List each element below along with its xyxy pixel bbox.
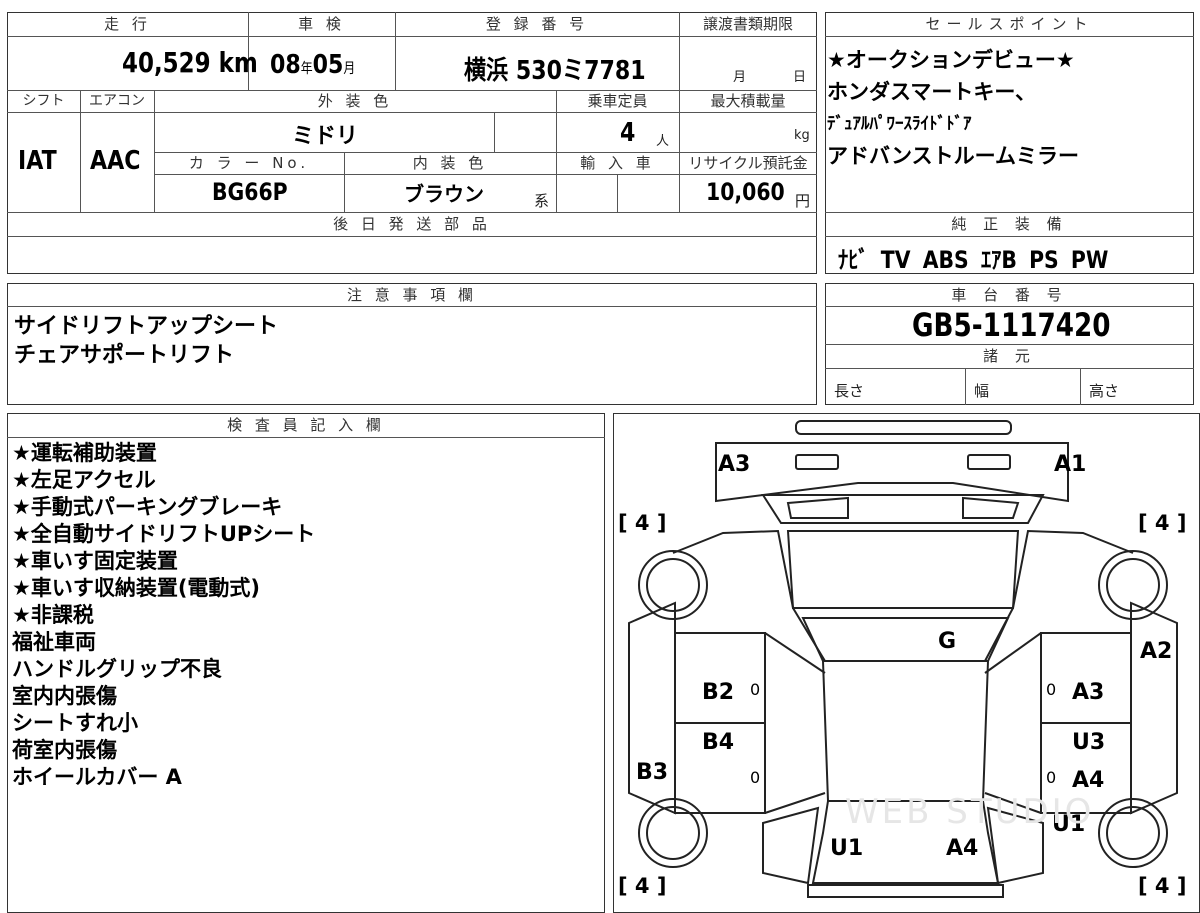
chassis-value: GB5-1117420: [912, 306, 1111, 344]
capacity-value: 4: [620, 118, 636, 148]
specs-header: 諸 元: [983, 347, 1036, 365]
damage-mark-right-rear-door-upper: U3: [1072, 730, 1106, 755]
registration-header: 登 録 番 号: [485, 15, 589, 33]
note-line: サイドリフトアップシート: [14, 314, 279, 339]
mileage-header: 走 行: [104, 15, 151, 33]
spec-length-label: 長さ: [834, 382, 865, 400]
damage-mark-rear-right: A4: [946, 836, 979, 861]
chassis-header: 車 台 番 号: [951, 286, 1068, 304]
tire-front-right-label: [ 4 ]: [1138, 511, 1187, 535]
damage-mark-left-rear-quarter: B3: [636, 760, 669, 785]
inspector-list: ★運転補助装置 ★左足アクセル ★手動式パーキングブレーキ ★全自動サイドリフト…: [12, 440, 315, 791]
mileage-unit: km: [218, 46, 258, 79]
sales-points-list: ★オークションデビュー★ ホンダスマートキー、 ﾃﾞｭｱﾙﾊﾟﾜｰｽﾗｲﾄﾞﾄﾞ…: [827, 44, 1192, 172]
recycle-value: 10,060: [706, 178, 785, 206]
inspection-year: 08年05月: [270, 50, 356, 80]
dent-zero-left-front: 0: [750, 680, 761, 699]
recycle-unit: 円: [795, 192, 811, 210]
mileage-value: 40,529 km: [122, 46, 258, 79]
equipment-header: 純 正 装 備: [951, 215, 1068, 233]
tire-front-left-label: [ 4 ]: [618, 511, 667, 535]
damage-mark-right-front-fender: A2: [1140, 639, 1173, 664]
tire-rear-left-label: [ 4 ]: [618, 874, 667, 898]
damage-mark-front-bumper-left: A3: [718, 452, 751, 477]
equipment-value: ﾅﾋﾞ TV ABS ｴｱB PS PW: [838, 246, 1109, 274]
aircon-value: AAC: [90, 146, 141, 176]
inspection-header: 車 検: [298, 15, 345, 33]
registration-value: 横浜 530ミ7781: [464, 56, 646, 86]
import-header: 輸 入 車: [580, 154, 655, 172]
mileage-number: 40,529: [122, 46, 211, 79]
sales-point-line: ★オークションデビュー★: [827, 48, 1075, 72]
inspector-line: ★車いす固定装置: [12, 549, 178, 573]
inspector-line: ハンドルグリップ不良: [12, 657, 222, 681]
damage-mark-left-front-door: B2: [702, 680, 735, 705]
inspector-line: ホイールカバー A: [12, 765, 182, 789]
sales-point-line: ﾃﾞｭｱﾙﾊﾟﾜｰｽﾗｲﾄﾞﾄﾞｱ: [827, 114, 972, 134]
sales-points-header: セールスポイント: [925, 15, 1094, 33]
exterior-color-header: 外 装 色: [317, 92, 393, 110]
interior-color-value: ブラウン: [404, 182, 484, 206]
inspector-line: ★非課税: [12, 603, 94, 627]
inspector-line: 荷室内張傷: [12, 738, 117, 762]
aircon-header: エアコン: [89, 93, 145, 109]
later-parts-header: 後 日 発 送 部 品: [333, 215, 491, 233]
transfer-month-unit: 月: [733, 70, 747, 85]
damage-mark-left-rear-door: B4: [702, 730, 735, 755]
inspector-header: 検 査 員 記 入 欄: [227, 416, 385, 434]
damage-mark-right-front-door: A3: [1072, 680, 1105, 705]
exterior-color-value: ミドリ: [292, 124, 359, 149]
sales-point-line: ホンダスマートキー、: [827, 80, 1037, 104]
damage-mark-front-bumper-right: A1: [1054, 452, 1087, 477]
notes-list: サイドリフトアップシート チェアサポートリフト: [14, 312, 278, 370]
tire-rear-right-label: [ 4 ]: [1138, 874, 1187, 898]
dent-zero-right-front: 0: [1046, 680, 1057, 699]
shift-header: シフト: [22, 93, 65, 109]
shift-value: IAT: [18, 146, 57, 176]
transfer-header: 譲渡書類期限: [702, 15, 793, 33]
interior-color-suffix: 系: [534, 192, 550, 210]
inspector-line: ★手動式パーキングブレーキ: [12, 495, 283, 519]
inspector-line: シートすれ小: [12, 711, 138, 735]
notes-header: 注 意 事 項 欄: [346, 286, 478, 304]
note-line: チェアサポートリフト: [14, 343, 235, 368]
inspector-line: ★運転補助装置: [12, 441, 157, 465]
color-no-value: BG66P: [212, 178, 288, 206]
inspector-line: ★左足アクセル: [12, 468, 156, 492]
dent-zero-left-rear: 0: [750, 768, 761, 787]
inspector-line: 福祉車両: [12, 630, 96, 654]
spec-height-label: 高さ: [1089, 382, 1120, 400]
spec-width-label: 幅: [974, 382, 990, 400]
damage-mark-right-rear-door-lower: A4: [1072, 768, 1105, 793]
capacity-unit: 人: [656, 134, 670, 149]
damage-mark-windshield: G: [938, 629, 957, 654]
interior-color-header: 内 装 色: [412, 154, 488, 172]
transfer-day-unit: 日: [793, 70, 807, 85]
recycle-header: リサイクル預託金: [688, 154, 808, 172]
color-no-header: カ ラ ー No.: [188, 154, 310, 172]
inspector-line: 室内内張傷: [12, 684, 117, 708]
max-load-unit: kg: [794, 128, 810, 143]
capacity-header: 乗車定員: [587, 92, 648, 110]
inspector-line: ★車いす収納装置(電動式): [12, 576, 261, 600]
watermark: WEB STUDIO: [845, 792, 1095, 832]
sales-point-line: アドバンストルームミラー: [827, 144, 1079, 168]
inspector-line: ★全自動サイドリフトUPシート: [12, 522, 316, 546]
max-load-header: 最大積載量: [710, 92, 786, 110]
damage-mark-rear-left: U1: [830, 836, 864, 861]
dent-zero-right-rear: 0: [1046, 768, 1057, 787]
